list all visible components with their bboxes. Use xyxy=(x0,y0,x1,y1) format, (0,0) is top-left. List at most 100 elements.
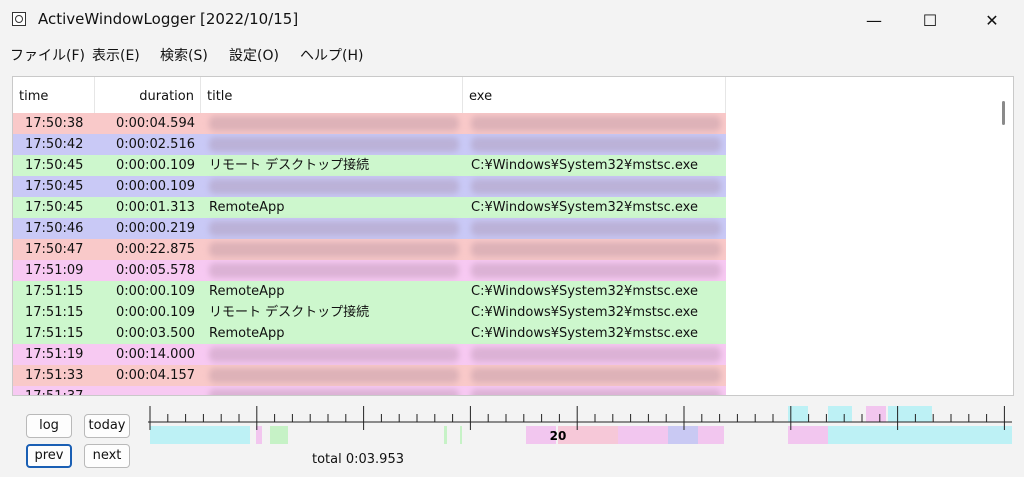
timeline-activity-bar xyxy=(888,406,932,422)
list-header: time duration title exe xyxy=(13,77,726,114)
redacted-text xyxy=(471,389,721,395)
table-row[interactable]: 17:50:42 0:00:02.516 xyxy=(13,134,726,155)
cell-time: 17:51:19 xyxy=(25,347,84,362)
cell-time: 17:51:15 xyxy=(25,326,84,341)
cell-time: 17:50:45 xyxy=(25,200,84,215)
cell-duration: 0:00:01.313 xyxy=(115,200,195,215)
cell-time: 17:50:38 xyxy=(25,116,84,131)
redacted-text xyxy=(209,389,459,395)
table-row[interactable]: 17:50:45 0:00:01.313 RemoteApp C:¥Windows¥S… xyxy=(13,197,726,218)
menu-help[interactable]: ヘルプ(H) xyxy=(300,45,363,65)
next-button[interactable]: next xyxy=(84,444,130,468)
timeline-activity-bar xyxy=(270,426,288,444)
table-row[interactable]: 17:50:38 0:00:04.594 xyxy=(13,113,726,134)
timeline-activity-bar xyxy=(618,426,668,444)
menu-view[interactable]: 表示(E) xyxy=(92,45,140,65)
timeline-activity-bar xyxy=(444,426,447,444)
cell-title: リモート デスクトップ接続 xyxy=(209,158,370,173)
timeline-activity-bar xyxy=(558,426,618,444)
scrollbar-thumb[interactable] xyxy=(1002,101,1005,125)
timeline-activity-bar xyxy=(828,426,1012,444)
table-row[interactable]: 17:51:15 0:00:00.109 RemoteApp C:¥Windows¥S… xyxy=(13,281,726,302)
redacted-text xyxy=(471,179,721,194)
timeline-activity-bar xyxy=(698,426,724,444)
activity-timeline[interactable]: 20 xyxy=(148,400,1012,446)
timeline-hour-label: 20 xyxy=(550,429,567,443)
redacted-text xyxy=(471,221,721,236)
redacted-text xyxy=(471,116,721,131)
cell-time: 17:50:47 xyxy=(25,242,84,257)
cell-title: RemoteApp xyxy=(209,200,285,215)
timeline-activity-bar xyxy=(866,406,886,422)
cell-duration: 0:00:00.109 xyxy=(115,284,195,299)
prev-button[interactable]: prev xyxy=(26,444,72,468)
cell-exe: C:¥Windows¥System32¥mstsc.exe xyxy=(471,326,698,341)
redacted-text xyxy=(209,263,459,278)
table-row[interactable]: 17:50:47 0:00:22.875 xyxy=(13,239,726,260)
cell-exe: C:¥Windows¥System32¥mstsc.exe xyxy=(471,305,698,320)
total-duration: total 0:03.953 xyxy=(312,452,404,467)
cell-duration: 0:00:00.219 xyxy=(115,221,195,236)
cell-duration: 0:00:00.109 xyxy=(115,158,195,173)
cell-exe: C:¥Windows¥System32¥mstsc.exe xyxy=(471,200,698,215)
menu-search[interactable]: 検索(S) xyxy=(160,45,208,65)
redacted-text xyxy=(209,242,459,257)
redacted-text xyxy=(471,368,721,383)
menu-file[interactable]: ファイル(F) xyxy=(10,45,85,65)
redacted-text xyxy=(209,137,459,152)
window-title: ActiveWindowLogger [2022/10/15] xyxy=(38,10,299,28)
close-button[interactable]: ✕ xyxy=(964,0,1020,40)
cell-title: RemoteApp xyxy=(209,284,285,299)
column-header-exe[interactable]: exe xyxy=(463,77,726,113)
title-bar: ActiveWindowLogger [2022/10/15] — ☐ ✕ xyxy=(0,0,1024,40)
timeline-activity-bar xyxy=(828,406,852,422)
redacted-text xyxy=(209,179,459,194)
cell-time: 17:50:45 xyxy=(25,179,84,194)
cell-duration: 0:00:02.516 xyxy=(115,137,195,152)
vertical-scrollbar[interactable] xyxy=(997,81,1011,393)
cell-time: 17:50:46 xyxy=(25,221,84,236)
column-header-time[interactable]: time xyxy=(13,77,95,113)
table-row[interactable]: 17:50:46 0:00:00.219 xyxy=(13,218,726,239)
cell-duration: 0:00:14.000 xyxy=(115,347,195,362)
cell-duration: 0:00:04.594 xyxy=(115,116,195,131)
redacted-text xyxy=(471,347,721,362)
table-row[interactable]: 17:51:15 0:00:00.109 リモート デスクトップ接続 C:¥Windo… xyxy=(13,302,726,323)
cell-duration: 0:00:04.157 xyxy=(115,368,195,383)
table-row[interactable]: 17:50:45 0:00:00.109 リモート デスクトップ接続 C:¥Windo… xyxy=(13,155,726,176)
cell-exe: C:¥Windows¥System32¥mstsc.exe xyxy=(471,284,698,299)
cell-duration: 0:00:05.578 xyxy=(115,263,195,278)
cell-time: 17:50:45 xyxy=(25,158,84,173)
column-header-title[interactable]: title xyxy=(201,77,463,113)
redacted-text xyxy=(471,263,721,278)
table-row[interactable]: 17:51:37 xyxy=(13,386,726,395)
timeline-activity-bar xyxy=(668,426,698,444)
cell-title: RemoteApp xyxy=(209,326,285,341)
table-row[interactable]: 17:51:09 0:00:05.578 xyxy=(13,260,726,281)
table-row[interactable]: 17:50:45 0:00:00.109 xyxy=(13,176,726,197)
cell-duration: 0:00:22.875 xyxy=(115,242,195,257)
table-row[interactable]: 17:51:15 0:00:03.500 RemoteApp C:¥Windows¥S… xyxy=(13,323,726,344)
log-list[interactable]: time duration title exe 17:50:38 0:00:04.… xyxy=(12,76,1014,396)
log-button[interactable]: log xyxy=(26,414,72,438)
timeline-activity-bar xyxy=(788,426,828,444)
cell-time: 17:50:42 xyxy=(25,137,84,152)
cell-duration: 0:00:03.500 xyxy=(115,326,195,341)
cell-duration xyxy=(95,386,195,395)
clock-icon xyxy=(12,12,26,26)
maximize-button[interactable]: ☐ xyxy=(902,0,958,40)
timeline-activity-bar xyxy=(150,426,250,444)
cell-duration: 0:00:00.109 xyxy=(115,179,195,194)
timeline-activity-bar xyxy=(460,426,462,444)
today-button[interactable]: today xyxy=(84,414,130,438)
cell-time: 17:51:37 xyxy=(25,386,95,395)
column-header-duration[interactable]: duration xyxy=(95,77,201,113)
cell-time: 17:51:09 xyxy=(25,263,84,278)
minimize-button[interactable]: — xyxy=(846,0,902,40)
menu-settings[interactable]: 設定(O) xyxy=(229,45,279,65)
redacted-text xyxy=(209,221,459,236)
table-row[interactable]: 17:51:19 0:00:14.000 xyxy=(13,344,726,365)
table-row[interactable]: 17:51:33 0:00:04.157 xyxy=(13,365,726,386)
cell-exe: C:¥Windows¥System32¥mstsc.exe xyxy=(471,158,698,173)
cell-duration: 0:00:00.109 xyxy=(115,305,195,320)
